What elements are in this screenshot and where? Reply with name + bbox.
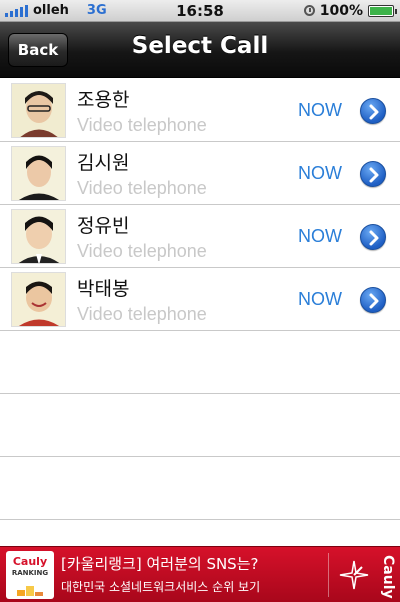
ad-title: [카울리랭크] 여러분의 SNS는? xyxy=(61,555,259,573)
contact-name: 정유빈 xyxy=(77,215,130,237)
empty-row xyxy=(0,457,400,520)
disclosure-chevron-icon[interactable] xyxy=(360,161,386,187)
ad-description: 대한민국 소셜네트워크서비스 순위 보기 xyxy=(61,580,261,594)
disclosure-chevron-icon[interactable] xyxy=(360,98,386,124)
battery-icon xyxy=(368,4,397,17)
contact-subtitle: Video telephone xyxy=(77,304,207,324)
ad-banner[interactable]: Cauly RANKING [카울리랭크] 여러분의 SNS는? 대한민국 소셜… xyxy=(0,546,400,602)
status-bar: olleh 3G 16:58 100% xyxy=(0,0,400,22)
contact-name: 조용한 xyxy=(77,89,130,111)
page-title: Select Call xyxy=(131,33,269,59)
contact-name: 김시원 xyxy=(77,152,130,174)
avatar xyxy=(11,83,66,138)
contact-subtitle: Video telephone xyxy=(77,241,207,261)
ad-divider xyxy=(328,553,329,597)
ad-logo-brand: Cauly xyxy=(12,555,48,568)
status-label: NOW xyxy=(298,100,342,120)
empty-row xyxy=(0,331,400,394)
avatar xyxy=(11,272,66,327)
contact-subtitle: Video telephone xyxy=(77,115,207,135)
empty-row xyxy=(0,394,400,457)
call-list: 조용한 Video telephone NOW 김시원 Video teleph… xyxy=(0,79,400,546)
compass-icon xyxy=(339,560,369,590)
list-item-contact[interactable]: 정유빈 Video telephone NOW xyxy=(0,205,400,268)
contact-subtitle: Video telephone xyxy=(77,178,207,198)
navigation-bar: Back Select Call xyxy=(0,22,400,78)
ad-side-brand: Cauly xyxy=(380,555,396,599)
status-label: NOW xyxy=(298,289,342,309)
status-right: 100% xyxy=(303,2,397,19)
list-item-contact[interactable]: 박태봉 Video telephone NOW xyxy=(0,268,400,331)
list-item-contact[interactable]: 조용한 Video telephone NOW xyxy=(0,79,400,142)
list-item-contact[interactable]: 김시원 Video telephone NOW xyxy=(0,142,400,205)
rotation-lock-icon xyxy=(303,5,315,16)
avatar xyxy=(11,146,66,201)
ranking-bars-icon xyxy=(17,586,43,596)
ad-logo-sub: RANKING xyxy=(11,569,49,577)
battery-percent: 100% xyxy=(319,2,363,19)
avatar xyxy=(11,209,66,264)
status-label: NOW xyxy=(298,163,342,183)
disclosure-chevron-icon[interactable] xyxy=(360,224,386,250)
disclosure-chevron-icon[interactable] xyxy=(360,287,386,313)
ad-logo: Cauly RANKING xyxy=(6,551,54,599)
status-label: NOW xyxy=(298,226,342,246)
contact-name: 박태봉 xyxy=(77,278,130,300)
